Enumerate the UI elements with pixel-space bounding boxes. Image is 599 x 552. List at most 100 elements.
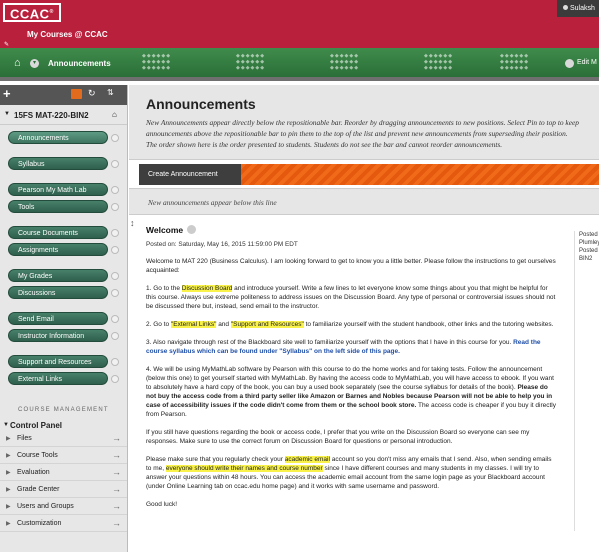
sidebar-item-label: Send Email [18,316,54,323]
item-options-icon[interactable] [111,315,119,323]
decorative-pattern: ◆◆◆◆◆◆ ◆◆◆◆◆◆ ◆◆◆◆◆◆ [500,53,530,71]
open-arrow-icon[interactable]: → [112,467,121,477]
expand-icon: ▶ [6,504,11,510]
site-header: CCAC® Sulaksh My Courses @ CCAC ✎ [0,0,599,48]
expand-icon: ▶ [6,521,11,527]
sidebar-item-label: Tools [18,204,35,211]
control-panel-label: Users and Groups [17,503,74,510]
add-menu-item-button[interactable]: + [3,87,17,101]
item-options-icon[interactable] [111,289,119,297]
item-options-icon[interactable] [111,186,119,194]
my-courses-link[interactable]: My Courses @ CCAC [27,30,108,39]
sidebar-item-label: Syllabus [18,161,45,168]
sidebar-item-my-grades[interactable]: My Grades [8,269,119,282]
open-arrow-icon[interactable]: → [112,433,121,443]
control-panel-heading[interactable]: ▼ Control Panel [0,421,127,430]
sidebar-item-assignments[interactable]: Assignments [8,243,119,256]
open-arrow-icon[interactable]: → [112,518,121,528]
menu-divider [8,213,121,222]
drag-handle-icon[interactable]: ↕ [130,218,135,228]
sidebar-item-label: Pearson My Math Lab [18,187,87,194]
item-options-icon[interactable] [111,358,119,366]
course-menu-toolbar: + ↻ ⇅ [0,85,127,105]
decorative-pattern: ◆◆◆◆◆◆ ◆◆◆◆◆◆ ◆◆◆◆◆◆ [424,53,454,71]
sidebar-item-discussions[interactable]: Discussions [8,286,119,299]
sidebar-item-announcements[interactable]: Announcements [8,131,119,144]
announcement-options-icon[interactable] [187,225,197,234]
announcement-meta: Posted Plumley Posted BIN2 [574,231,599,531]
expand-icon: ▶ [6,436,11,442]
item-options-icon[interactable] [111,229,119,237]
nav-options-icon[interactable] [565,59,574,68]
ccac-logo[interactable]: CCAC® [3,3,61,22]
breadcrumb-current: Announcements [48,59,111,68]
control-panel-label: Files [17,435,32,442]
item-options-icon[interactable] [111,160,119,168]
control-panel-users-and-groups[interactable]: ▶ Users and Groups → [0,498,127,515]
edit-mode-toggle[interactable]: Edit M [577,59,599,66]
sort-icon[interactable]: ⇅ [107,88,114,97]
reposition-bar[interactable]: New announcements appear below this line [129,188,599,215]
sidebar-item-label: Assignments [18,247,59,254]
create-announcement-button[interactable]: Create Announcement [139,164,241,185]
paragraph-questions: If you still have questions regarding th… [146,429,530,445]
paragraph-step-4: 4. We will be using MyMathLab software b… [146,366,556,418]
control-panel-course-tools[interactable]: ▶ Course Tools → [0,447,127,464]
page-instructions: New Announcements appear directly below … [146,118,579,149]
course-home-icon[interactable]: ⌂ [112,110,117,119]
user-menu[interactable]: Sulaksh [557,0,599,17]
menu-divider [8,342,121,351]
sidebar-item-course-documents[interactable]: Course Documents [8,226,119,239]
control-panel-label: Customization [17,520,62,527]
open-arrow-icon[interactable]: → [112,484,121,494]
sidebar-item-label: Discussions [18,290,56,297]
sidebar-item-pearson-my-math-lab[interactable]: Pearson My Math Lab [8,183,119,196]
item-options-icon[interactable] [111,375,119,383]
control-panel-label: Grade Center [17,486,60,493]
user-name: Sulaksh [570,5,595,12]
item-options-icon[interactable] [111,272,119,280]
item-options-icon[interactable] [111,203,119,211]
collapse-icon: ▼ [3,422,9,428]
sidebar-item-tools[interactable]: Tools [8,200,119,213]
course-menu-items: Announcements Syllabus Pearson My Math Lab… [0,125,127,385]
item-options-icon[interactable] [111,332,119,340]
sidebar-item-support-and-resources[interactable]: Support and Resources [8,355,119,368]
decorative-pattern: ◆◆◆◆◆◆ ◆◆◆◆◆◆ ◆◆◆◆◆◆ [236,53,266,71]
sidebar-item-label: My Grades [18,273,53,280]
menu-divider [8,170,121,179]
control-panel-customization[interactable]: ▶ Customization → [0,515,127,532]
decorative-pattern: ◆◆◆◆◆◆ ◆◆◆◆◆◆ ◆◆◆◆◆◆ [330,53,360,71]
refresh-icon[interactable]: ↻ [88,88,96,99]
action-bar: Create Announcement [129,159,599,188]
action-bar-stripe [241,164,599,185]
control-panel-label: Course Tools [17,452,58,459]
open-arrow-icon[interactable]: → [112,450,121,460]
announcement-body: Welcome Posted on: Saturday, May 16, 201… [146,215,558,509]
nav-menu-icon[interactable]: ▾ [30,59,39,68]
menu-divider [8,256,121,265]
expand-icon: ▶ [6,453,11,459]
open-arrow-icon[interactable]: → [112,501,121,511]
folder-view-icon[interactable] [71,89,82,99]
control-panel-grade-center[interactable]: ▶ Grade Center → [0,481,127,498]
home-icon[interactable]: ⌂ [14,57,26,69]
item-options-icon[interactable] [111,246,119,254]
course-management-heading: COURSE MANAGEMENT [18,407,109,413]
course-title[interactable]: ▼ 15FS MAT-220-BIN2 ⌂ [0,105,127,125]
collapse-icon[interactable]: ▼ [4,111,10,117]
sidebar-item-send-email[interactable]: Send Email [8,312,119,325]
paragraph-email: Please make sure that you regularly chec… [146,456,552,490]
page-title: Announcements [146,96,256,112]
control-panel-evaluation[interactable]: ▶ Evaluation → [0,464,127,481]
sidebar-item-syllabus[interactable]: Syllabus [8,157,119,170]
sidebar-item-instructor-information[interactable]: Instructor Information [8,329,119,342]
item-options-icon[interactable] [111,134,119,142]
course-menu: + ↻ ⇅ ▼ 15FS MAT-220-BIN2 ⌂ Announcement… [0,85,128,552]
control-panel-label: Evaluation [17,469,50,476]
paragraph-closing: Good luck! [146,501,178,508]
pin-icon: ✎ [4,42,10,48]
sidebar-item-external-links[interactable]: External Links [8,372,119,385]
content-area: Announcements New Announcements appear d… [129,85,599,552]
control-panel-files[interactable]: ▶ Files → [0,430,127,447]
